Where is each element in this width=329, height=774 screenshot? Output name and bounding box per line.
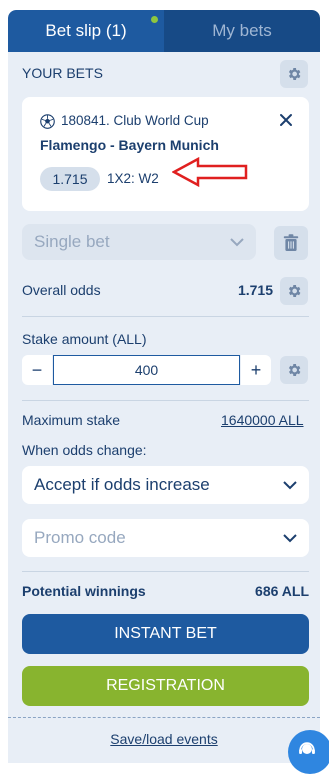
odds-settings-button[interactable] bbox=[280, 277, 308, 305]
promo-code-placeholder: Promo code bbox=[34, 528, 126, 547]
dashed-divider bbox=[8, 717, 320, 718]
red-arrow-icon bbox=[172, 157, 248, 187]
chevron-down-icon bbox=[230, 238, 244, 247]
tab-bet-slip[interactable]: Bet slip (1) bbox=[8, 10, 164, 52]
odds-change-value: Accept if odds increase bbox=[34, 475, 210, 494]
bet-type-value: Single bet bbox=[34, 232, 110, 251]
stake-label: Stake amount (ALL) bbox=[22, 331, 147, 347]
your-bets-label: YOUR BETS bbox=[22, 65, 103, 81]
divider bbox=[22, 316, 309, 317]
odds-change-label: When odds change: bbox=[22, 442, 147, 458]
bet-card: 180841. Club World Cup Flamengo - Bayern… bbox=[22, 97, 309, 211]
bet-slip-panel: Bet slip (1) My bets YOUR BETS 180841. C… bbox=[8, 10, 320, 763]
settings-button[interactable] bbox=[280, 60, 308, 88]
instant-bet-button[interactable]: INSTANT BET bbox=[22, 614, 309, 654]
tab-my-bets[interactable]: My bets bbox=[164, 10, 320, 52]
stake-stepper: − + bbox=[22, 355, 271, 385]
chevron-down-icon bbox=[283, 534, 297, 543]
save-load-link[interactable]: Save/load events bbox=[110, 731, 217, 747]
close-icon[interactable] bbox=[279, 113, 293, 127]
divider bbox=[22, 400, 309, 401]
gear-icon bbox=[288, 68, 301, 80]
stake-settings-button[interactable] bbox=[280, 356, 308, 384]
tab-my-bets-label: My bets bbox=[212, 21, 272, 40]
bet-market: 1X2: W2 bbox=[107, 171, 159, 186]
divider bbox=[22, 571, 309, 572]
tab-bet-slip-label: Bet slip (1) bbox=[45, 21, 127, 40]
bet-type-select[interactable]: Single bet bbox=[22, 224, 256, 260]
registration-button[interactable]: REGISTRATION bbox=[22, 666, 309, 706]
stake-input[interactable] bbox=[53, 355, 240, 385]
registration-label: REGISTRATION bbox=[106, 677, 225, 694]
max-stake-label: Maximum stake bbox=[22, 412, 121, 428]
bet-odds: 1.715 bbox=[40, 167, 100, 191]
promo-code-select[interactable]: Promo code bbox=[22, 519, 309, 557]
overall-odds-value: 1.715 bbox=[237, 282, 273, 298]
event-id: 180841. Club World Cup bbox=[61, 113, 209, 128]
soccer-ball-icon bbox=[40, 114, 55, 129]
tab-bar: Bet slip (1) My bets bbox=[8, 10, 320, 52]
gear-icon bbox=[288, 285, 301, 297]
trash-icon bbox=[283, 234, 299, 251]
stake-increase-button[interactable]: + bbox=[241, 355, 271, 385]
overall-odds-label: Overall odds bbox=[22, 282, 101, 298]
odds-change-select[interactable]: Accept if odds increase bbox=[22, 466, 309, 504]
chevron-down-icon bbox=[283, 481, 297, 490]
notification-dot bbox=[151, 16, 158, 23]
clear-button[interactable] bbox=[274, 226, 308, 260]
support-chat-button[interactable] bbox=[288, 730, 329, 774]
stake-decrease-button[interactable]: − bbox=[22, 355, 52, 385]
headset-icon bbox=[299, 742, 315, 754]
potential-winnings-label: Potential winnings bbox=[22, 583, 146, 599]
instant-bet-label: INSTANT BET bbox=[114, 625, 217, 642]
save-load-events[interactable]: Save/load events bbox=[8, 731, 320, 747]
gear-icon bbox=[288, 364, 301, 376]
max-stake-link[interactable]: 1640000 ALL bbox=[221, 412, 304, 428]
match-name: Flamengo - Bayern Munich bbox=[40, 137, 219, 153]
potential-winnings-value: 686 ALL bbox=[255, 583, 309, 599]
